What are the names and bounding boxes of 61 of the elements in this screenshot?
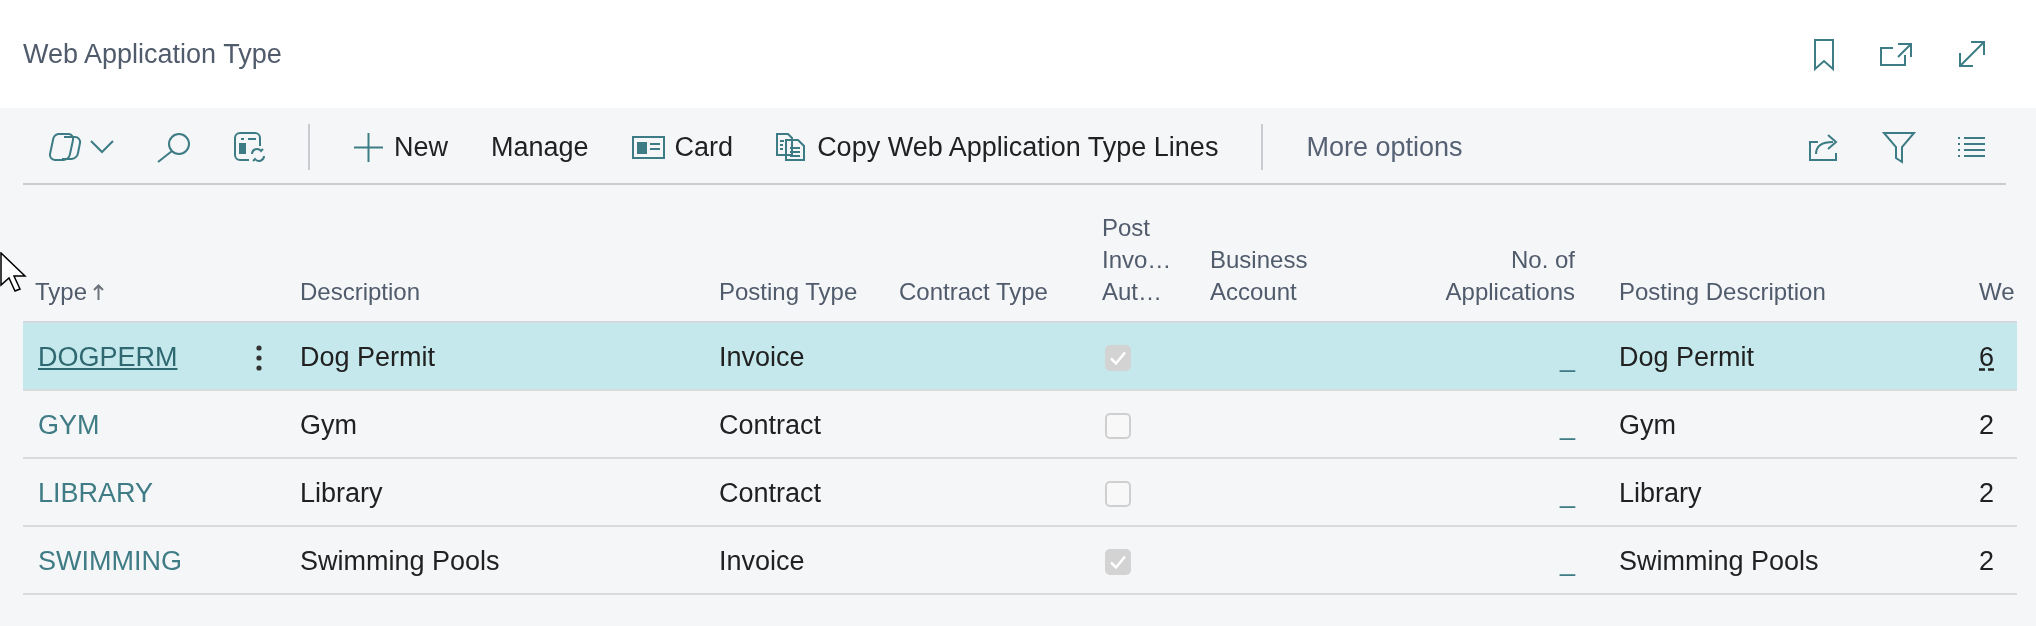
table-row[interactable]: SWIMMING Swimming Pools Invoice _ Swimming Pools 2 [23,527,2017,595]
table-cell: Gym [300,410,357,440]
mouse-pointer-icon [0,252,27,292]
vertical-dots-icon[interactable] [255,344,262,371]
table-cell: Invoice [719,342,805,372]
table-cell: Contract [719,410,822,440]
overlapping-shapes-icon[interactable] [49,132,82,162]
table-cell: Dog Permit [1619,342,1755,372]
column-header[interactable]: No. of Applications [1425,244,1575,308]
table-cell: Contract [719,478,822,508]
checkbox[interactable] [1105,412,1131,439]
expand-icon[interactable] [1958,40,1986,68]
toolbar-button[interactable]: Manage [491,131,589,163]
drilldown-link[interactable]: _ [1559,546,1575,576]
table-row[interactable]: GYM Gym Contract _ Gym 2 [23,391,2017,459]
column-header[interactable]: Type [35,276,105,308]
toolbar-button[interactable]: Card [631,131,734,163]
page-title: Web Application Type [23,38,282,70]
drilldown-link[interactable]: _ [1559,478,1575,508]
drilldown-link[interactable]: _ [1559,342,1575,372]
plus-icon [353,131,384,163]
column-header[interactable]: Contract Type [899,276,1048,308]
id-card-icon [631,135,665,159]
table-cell: Library [1619,478,1702,508]
column-header[interactable]: We [1979,276,2015,308]
column-header[interactable]: Post Invo… Aut… [1102,212,1198,308]
layout-arrows-icon[interactable] [234,132,265,162]
column-header[interactable]: Business Account [1210,244,1340,308]
search-icon[interactable] [157,131,191,163]
table-cell: Library [300,478,383,508]
table-cell: Gym [1619,410,1676,440]
column-header[interactable]: Description [300,276,421,308]
type-link[interactable]: DOGPERM [38,342,178,372]
table-cell: Swimming Pools [1619,546,1819,576]
table-cell: 6 [1979,342,1995,372]
list-icon[interactable] [1957,136,1986,158]
chevron-down-icon[interactable] [90,140,114,154]
toolbar-button[interactable]: New [353,131,448,163]
type-link[interactable]: SWIMMING [38,546,182,576]
column-header[interactable]: Posting Type [719,276,858,308]
table-cell: 2 [1979,546,1995,576]
type-link[interactable]: LIBRARY [38,478,154,508]
checkbox[interactable] [1105,480,1131,507]
bookmark-icon[interactable] [1814,38,1834,70]
table-cell: Invoice [719,546,805,576]
table-row[interactable]: LIBRARY Library Contract _ Library 2 [23,459,2017,527]
more-options-button[interactable]: More options [1306,131,1463,163]
pop-out-icon[interactable] [1880,42,1912,66]
table-cell: 2 [1979,410,1995,440]
type-link[interactable]: GYM [38,410,100,440]
drilldown-link[interactable]: _ [1559,410,1575,440]
table-cell: 2 [1979,478,1995,508]
column-header[interactable]: Posting Description [1619,276,1826,308]
table-cell: Dog Permit [300,342,436,372]
documents-icon [776,133,808,161]
checkbox[interactable] [1105,548,1131,575]
toolbar-button[interactable]: Copy Web Application Type Lines [776,131,1219,163]
table-cell: Swimming Pools [300,546,500,576]
filter-icon[interactable] [1883,131,1915,163]
table-row[interactable]: DOGPERM Dog Permit Invoice _ Dog Permit 6 [23,323,2017,391]
checkbox[interactable] [1105,344,1131,371]
